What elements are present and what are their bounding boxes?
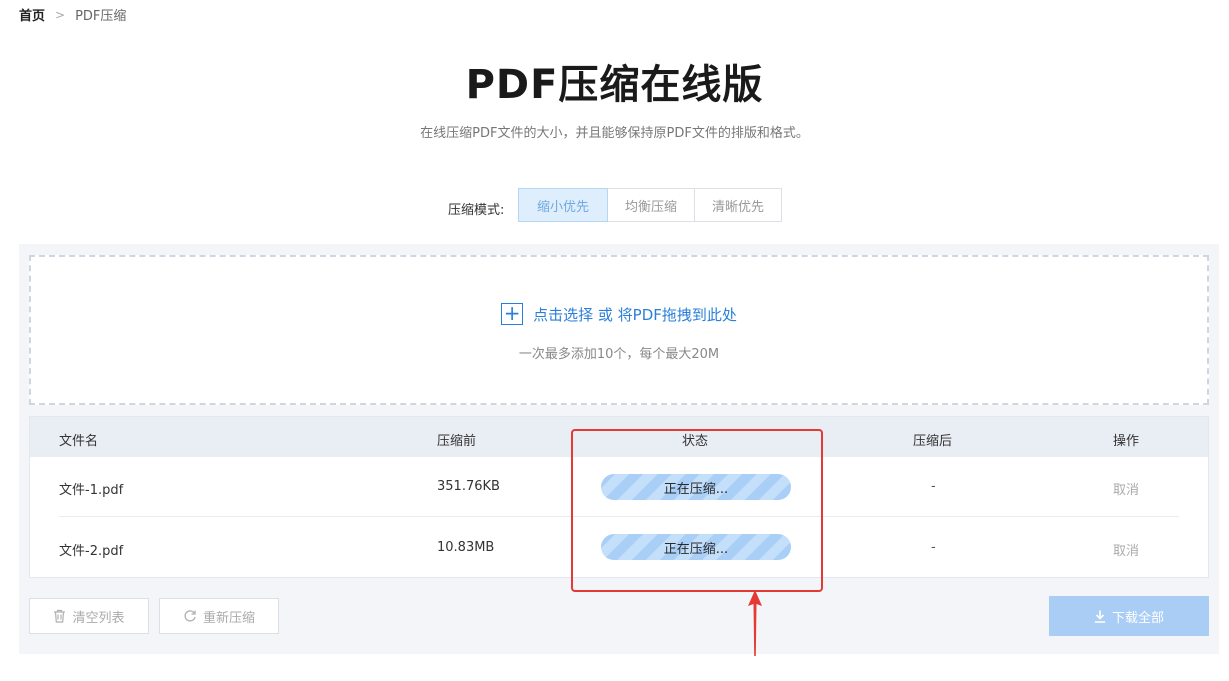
clear-list-button[interactable]: 清空列表 xyxy=(29,598,149,634)
download-icon xyxy=(1094,610,1106,623)
download-all-label: 下载全部 xyxy=(1111,610,1164,626)
mode-balanced-button[interactable]: 均衡压缩 xyxy=(607,188,695,222)
row2-cancel-button[interactable]: 取消 xyxy=(1113,540,1139,559)
row2-filename: 文件-2.pdf xyxy=(59,544,124,559)
drop-zone-prompt[interactable]: + 点击选择 或 将PDF拖拽到此处 xyxy=(29,303,1209,325)
highlight-arrow-icon xyxy=(748,590,762,656)
breadcrumb-home[interactable]: 首页 xyxy=(19,5,45,24)
row1-cancel-button[interactable]: 取消 xyxy=(1113,479,1139,498)
header-before: 压缩前 xyxy=(437,434,477,449)
row1-filename: 文件-1.pdf xyxy=(59,483,124,498)
refresh-icon xyxy=(183,609,197,623)
header-filename: 文件名 xyxy=(59,434,99,449)
compression-mode-group: 缩小优先 均衡压缩 清晰优先 xyxy=(518,188,782,222)
recompress-label: 重新压缩 xyxy=(202,610,255,626)
plus-icon[interactable]: + xyxy=(501,303,524,325)
row2-before-size: 10.83MB xyxy=(437,540,495,555)
upload-hint: 一次最多添加10个，每个最大20M xyxy=(518,347,720,362)
select-file-link[interactable]: 点击选择 或 将PDF拖拽到此处 xyxy=(533,304,737,325)
drop-zone[interactable] xyxy=(29,255,1209,405)
mode-clarity-button[interactable]: 清晰优先 xyxy=(694,188,782,222)
row1-before-size: 351.76KB xyxy=(437,479,500,494)
highlight-box xyxy=(571,429,823,592)
compression-mode-label: 压缩模式: xyxy=(448,203,505,218)
breadcrumb-separator: > xyxy=(55,7,66,22)
breadcrumb: 首页 > PDF压缩 xyxy=(19,5,127,25)
row2-after-size: - xyxy=(931,540,936,555)
row1-after-size: - xyxy=(931,479,936,494)
header-action: 操作 xyxy=(1113,434,1140,449)
page-title: PDF压缩在线版 xyxy=(465,62,764,108)
mode-smallest-button[interactable]: 缩小优先 xyxy=(518,188,608,222)
recompress-button[interactable]: 重新压缩 xyxy=(159,598,279,634)
breadcrumb-current: PDF压缩 xyxy=(75,9,127,24)
download-all-button[interactable]: 下载全部 xyxy=(1049,596,1209,636)
page-subtitle: 在线压缩PDF文件的大小，并且能够保持原PDF文件的排版和格式。 xyxy=(420,126,809,141)
trash-icon xyxy=(53,609,66,623)
header-after: 压缩后 xyxy=(913,434,953,449)
clear-list-label: 清空列表 xyxy=(72,610,125,626)
